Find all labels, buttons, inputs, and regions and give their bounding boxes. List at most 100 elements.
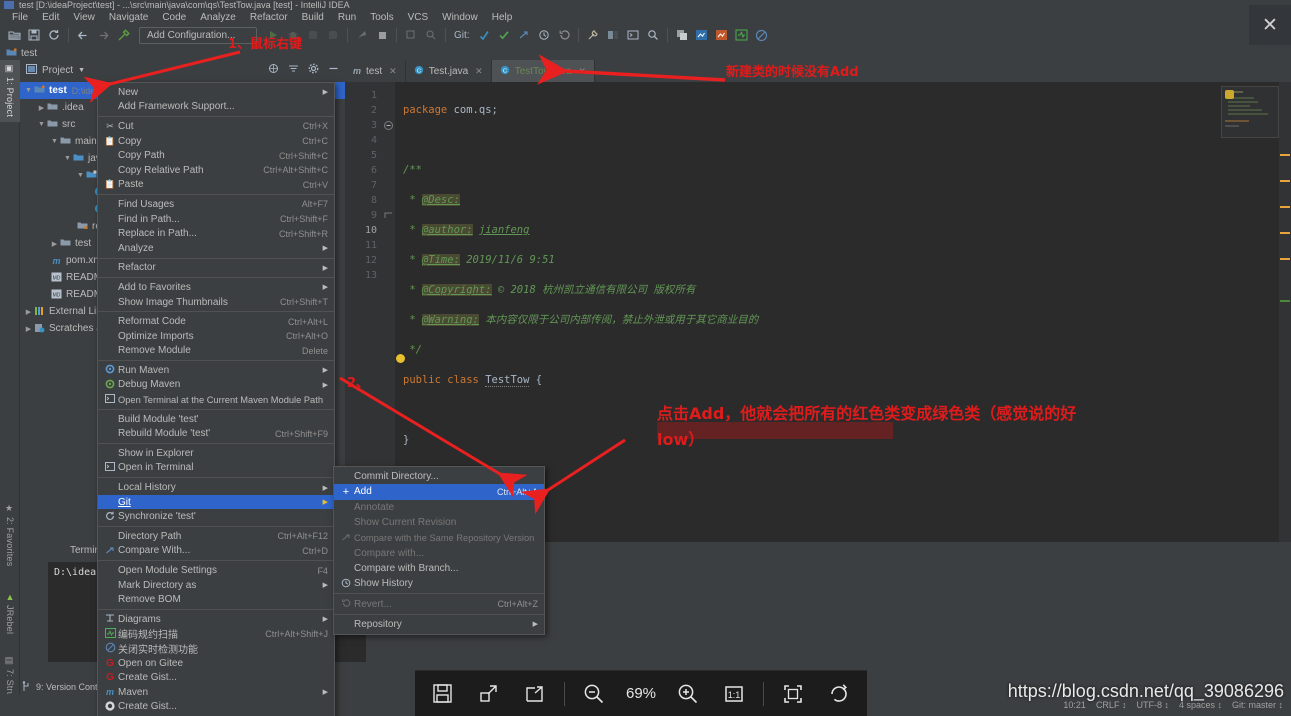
back-icon[interactable]	[73, 25, 93, 45]
menu-item-show-image-thumbnails[interactable]: Show Image Thumbnails Ctrl+Shift+T	[98, 295, 334, 310]
collapse-all-icon[interactable]	[288, 63, 299, 77]
close-icon[interactable]: ✕	[389, 66, 397, 77]
twisty-icon[interactable]: ▼	[24, 87, 33, 94]
terminal-icon[interactable]	[623, 25, 643, 45]
menu-item-find-usages[interactable]: Find Usages Alt+F7	[98, 197, 334, 212]
menu-item-refactor[interactable]: Refactor ▶	[98, 261, 334, 276]
sidebar-item-project[interactable]: ▣ 1: Project	[0, 60, 20, 122]
warning-marker[interactable]	[1280, 206, 1290, 208]
twisty-icon[interactable]: ▼	[63, 155, 72, 162]
zoom-in-icon[interactable]	[665, 671, 711, 716]
menu-item-tools[interactable]: Tools	[363, 11, 400, 24]
commit-icon[interactable]	[494, 25, 514, 45]
editor-marker-bar[interactable]	[1279, 82, 1291, 542]
share-icon[interactable]	[512, 671, 558, 716]
menu-item-navigate[interactable]: Navigate	[102, 11, 155, 24]
warning-marker[interactable]	[1280, 154, 1290, 156]
menu-item-view[interactable]: View	[66, 11, 102, 24]
menu-item-build[interactable]: Build	[295, 11, 331, 24]
build-hammer-icon[interactable]	[113, 25, 133, 45]
menu-item-create-gist-github[interactable]: Create Gist...	[98, 700, 334, 715]
menu-item-paste[interactable]: 📋 Paste Ctrl+V	[98, 178, 334, 193]
menu-item-refactor[interactable]: Refactor	[243, 11, 295, 24]
menu-item-open-in-terminal[interactable]: Open in Terminal	[98, 461, 334, 476]
twisty-icon[interactable]: ▶	[24, 325, 33, 333]
twisty-icon[interactable]: ▶	[50, 240, 59, 248]
search-icon[interactable]	[643, 25, 663, 45]
profile-icon[interactable]	[323, 25, 343, 45]
menu-item-synchronize[interactable]: Synchronize 'test'	[98, 509, 334, 524]
menu-item-vcs[interactable]: VCS	[401, 11, 436, 24]
revert-icon[interactable]	[554, 25, 574, 45]
submenu-item-compare-with-branch[interactable]: Compare with Branch...	[334, 561, 544, 576]
compare-icon[interactable]	[514, 25, 534, 45]
open-external-icon[interactable]	[466, 671, 512, 716]
settings-gear-icon[interactable]	[308, 63, 319, 77]
warning-marker[interactable]	[1280, 180, 1290, 182]
twisty-icon[interactable]: ▼	[76, 172, 85, 179]
fold-end-icon[interactable]	[384, 207, 393, 225]
close-icon[interactable]: ✕	[578, 66, 586, 77]
menu-item-debug-maven[interactable]: Debug Maven ▶	[98, 378, 334, 393]
menu-item-remove-bom[interactable]: Remove BOM	[98, 592, 334, 607]
intention-bulb-icon[interactable]	[395, 354, 405, 363]
editor-tab-testtowjava[interactable]: C TestTow.java ✕	[491, 60, 595, 82]
submenu-item-add[interactable]: + Add Ctrl+Alt+A	[334, 484, 544, 500]
menu-item-optimize-imports[interactable]: Optimize Imports Ctrl+Alt+O	[98, 329, 334, 344]
menu-item-reformat-code[interactable]: Reformat Code Ctrl+Alt+L	[98, 314, 334, 329]
twisty-icon[interactable]: ▼	[37, 121, 46, 128]
deploy-icon[interactable]	[352, 25, 372, 45]
zoom-out-icon[interactable]	[571, 671, 617, 716]
fit-screen-icon[interactable]	[770, 671, 816, 716]
editor-tab-testjava[interactable]: C Test.java ✕	[406, 60, 492, 82]
stop-icon[interactable]	[372, 25, 392, 45]
menu-item-maven[interactable]: m Maven ▶	[98, 685, 334, 700]
menu-item-cut[interactable]: ✂ Cut Ctrl+X	[98, 119, 334, 134]
menu-item-copy[interactable]: 📋 Copy Ctrl+C	[98, 134, 334, 149]
submenu-item-repository[interactable]: Repository ▶	[334, 617, 544, 632]
menu-item-analyze[interactable]: Analyze	[193, 11, 243, 24]
menu-item-show-in-explorer[interactable]: Show in Explorer	[98, 446, 334, 461]
info-marker[interactable]	[1280, 300, 1290, 302]
hide-window-icon[interactable]	[328, 63, 339, 77]
update-project-icon[interactable]	[474, 25, 494, 45]
translate-icon[interactable]	[672, 25, 692, 45]
fold-collapse-icon[interactable]	[384, 117, 393, 135]
menu-item-replace-in-path[interactable]: Replace in Path... Ctrl+Shift+R	[98, 226, 334, 241]
menu-item-window[interactable]: Window	[435, 11, 485, 24]
menu-item-help[interactable]: Help	[485, 11, 520, 24]
search-everywhere-icon[interactable]	[401, 25, 421, 45]
project-structure-icon[interactable]	[603, 25, 623, 45]
checkstyle-icon[interactable]	[732, 25, 752, 45]
twisty-icon[interactable]: ▶	[24, 308, 33, 316]
menu-item-file[interactable]: File	[5, 11, 35, 24]
forward-icon[interactable]	[93, 25, 113, 45]
twisty-icon[interactable]: ▼	[50, 138, 59, 145]
menu-item-copy-relative-path[interactable]: Copy Relative Path Ctrl+Alt+Shift+C	[98, 163, 334, 178]
menu-item-remove-module[interactable]: Remove Module Delete	[98, 344, 334, 359]
close-icon[interactable]: ✕	[475, 66, 483, 77]
rotate-icon[interactable]	[816, 671, 862, 716]
warning-marker[interactable]	[1280, 258, 1290, 260]
menu-item-compare-with[interactable]: Compare With... Ctrl+D	[98, 544, 334, 559]
menu-item-find-in-path[interactable]: Find in Path... Ctrl+Shift+F	[98, 212, 334, 227]
menu-item-open-terminal-maven[interactable]: Open Terminal at the Current Maven Modul…	[98, 392, 334, 407]
menu-item-build-module[interactable]: Build Module 'test'	[98, 412, 334, 427]
warning-marker[interactable]	[1280, 232, 1290, 234]
open-folder-icon[interactable]	[4, 25, 24, 45]
twisty-icon[interactable]: ▶	[37, 104, 46, 112]
menu-item-add-framework-support[interactable]: Add Framework Support...	[98, 100, 334, 115]
inspection-off-icon[interactable]	[752, 25, 772, 45]
history-icon[interactable]	[534, 25, 554, 45]
menu-item-edit[interactable]: Edit	[35, 11, 66, 24]
run-coverage-icon[interactable]	[303, 25, 323, 45]
actual-size-icon[interactable]: 1:1	[711, 671, 757, 716]
scope-icon[interactable]	[268, 63, 279, 77]
plugin2-icon[interactable]	[712, 25, 732, 45]
chevron-down-icon[interactable]: ▼	[78, 67, 85, 74]
editor-tab-test[interactable]: m test ✕	[345, 60, 406, 82]
menu-item-create-gist-gitee[interactable]: G Create Gist...	[98, 670, 334, 685]
menu-item-local-history[interactable]: Local History ▶	[98, 480, 334, 495]
magnify-small-icon[interactable]	[421, 25, 441, 45]
settings-wrench-icon[interactable]	[583, 25, 603, 45]
